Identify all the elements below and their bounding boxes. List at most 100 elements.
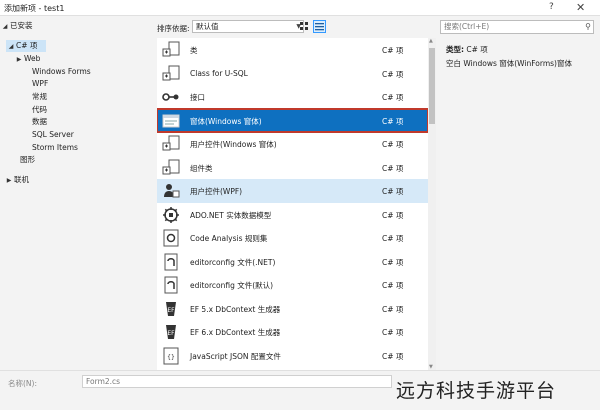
class-icon [161,40,181,60]
help-button[interactable]: ? [549,2,554,12]
sort-bar: 排序依据: 默认值 ▼ [152,16,428,38]
json-config-icon: {} [161,346,181,366]
sort-label: 排序依据: [157,24,190,33]
template-language: C# 项 [382,210,404,220]
template-name: editorconfig 文件(.NET) [190,257,276,267]
template-language: C# 项 [382,328,404,337]
template-row[interactable]: editorconfig 文件(.NET) C# 项 [157,250,428,274]
template-name: editorconfig 文件(默认) [190,281,274,290]
tree-online[interactable]: ▶ 联机 [4,174,29,186]
tree-item-web[interactable]: ▶ Web [14,53,41,65]
tree-item-csharp[interactable]: ◢ C# 项 [6,40,46,52]
template-language: C# 项 [382,140,404,149]
template-list: 类 C# 项 Class for U-SQL C# 项接口 C# 项窗体(Windows… [157,38,428,370]
template-row[interactable]: 类 C# 项 [157,38,428,62]
template-name: Class for U-SQL [190,68,248,78]
tree-item-sql-server[interactable]: SQL Server [32,129,74,141]
template-language: C# 项 [382,116,404,126]
template-row[interactable]: Class for U-SQL C# 项 [157,62,428,86]
tree-item-wpf[interactable]: WPF [32,78,48,90]
ef-icon: EF [161,322,181,342]
template-row[interactable]: 接口 C# 项 [157,85,428,109]
template-name: JavaScript JSON 配置文件 [190,351,281,361]
template-name: 接口 [190,93,205,102]
tree-item-code[interactable]: 代码 [32,104,47,116]
template-row[interactable]: editorconfig 文件(默认) C# 项 [157,273,428,297]
sort-dropdown[interactable]: 默认值 ▼ [192,20,304,33]
grid-view-button[interactable] [298,20,311,33]
tree-item-storm-items[interactable]: Storm Items [32,142,78,154]
tree-item-graphics[interactable]: 图形 [20,154,35,166]
template-row[interactable]: EF EF 5.x DbContext 生成器 C# 项 [157,297,428,321]
template-language: C# 项 [382,46,404,55]
grid-view-icon [300,22,308,30]
svg-text:{}: {} [167,354,175,361]
template-language: C# 项 [382,163,404,173]
template-language: C# 项 [382,93,404,102]
search-icon: ⚲ [585,22,591,31]
editorconfig-icon [161,275,181,295]
list-view-icon [315,23,324,31]
expanded-arrow-icon: ◢ [2,23,8,30]
watermark-text: 远方科技手游平台 [396,380,557,402]
item-description: 空白 Windows 窗体(WinForms)窗体 [446,59,572,68]
scrollbar-thumb[interactable] [429,48,435,124]
template-row[interactable]: {} JavaScript JSON 配置文件 C# 项 [157,344,428,368]
scroll-up-icon[interactable]: ▲ [429,38,433,44]
template-language: C# 项 [382,234,404,243]
title-bar: 添加新项 - test1 ? ✕ [0,0,600,16]
tree-item-data[interactable]: 数据 [32,116,47,128]
wpf-user-control-icon [161,181,181,201]
ef-icon: EF [161,299,181,319]
template-language: C# 项 [382,257,404,267]
template-language: C# 项 [382,187,404,196]
tree-item-general[interactable]: 常规 [32,91,47,103]
svg-text:EF: EF [167,330,175,337]
close-button[interactable]: ✕ [576,1,585,14]
template-row[interactable]: 组件类 C# 项 [157,156,428,180]
template-name: 用户控件(Windows 窗体) [190,140,277,149]
template-row[interactable]: ADO.NET 实体数据模型 C# 项 [157,203,428,227]
template-row[interactable]: EF EF 6.x DbContext 生成器 C# 项 [157,320,428,344]
search-input[interactable]: 搜索(Ctrl+E) ⚲ [440,20,594,34]
component-icon [161,158,181,178]
tree-installed[interactable]: ◢ 已安装 [0,20,33,32]
template-row[interactable]: 用户控件(WPF) C# 项 [157,179,428,203]
list-scrollbar[interactable]: ▲ ▼ [428,38,436,370]
name-field[interactable]: Form2.cs [82,375,392,388]
ruleset-icon [161,228,181,248]
template-row[interactable]: 用户控件(Windows 窗体) C# 项 [157,132,428,156]
collapsed-arrow-icon: ▶ [6,177,12,184]
template-tree: ◢ 已安装 ◢ C# 项 ▶ Web Windows Forms WPF 常规 代码 … [0,16,152,370]
template-language: C# 项 [382,69,404,79]
editorconfig-icon [161,252,181,272]
list-view-button[interactable] [313,20,326,33]
usql-class-icon [161,64,181,84]
item-type: 类型: C# 项 [446,45,488,54]
interface-icon [161,87,181,107]
template-name: 类 [190,46,198,55]
template-list-panel: 排序依据: 默认值 ▼ 类 C# 项 Class for U-SQL C# 项接口 C#… [152,16,428,370]
template-name: Code Analysis 规则集 [190,234,268,243]
template-row[interactable]: Code Analysis 规则集 C# 项 [157,226,428,250]
svg-text:EF: EF [167,307,175,314]
template-name: EF 6.x DbContext 生成器 [190,328,281,337]
tree-item-windows-forms[interactable]: Windows Forms [32,66,91,78]
expanded-arrow-icon: ◢ [8,43,14,50]
user-control-icon [161,134,181,154]
template-row[interactable]: 窗体(Windows 窗体) C# 项 [157,107,428,133]
template-name: ADO.NET 实体数据模型 [190,210,272,220]
details-panel: 搜索(Ctrl+E) ⚲ 类型: C# 项 空白 Windows 窗体(WinF… [436,16,600,370]
entity-model-icon [161,205,181,225]
template-language: C# 项 [382,281,404,290]
template-name: 用户控件(WPF) [190,187,243,196]
template-language: C# 项 [382,351,404,361]
template-name: 组件类 [190,163,213,173]
form-icon [161,111,181,131]
template-name: 窗体(Windows 窗体) [190,116,262,126]
template-language: C# 项 [382,304,404,314]
name-label: 名称(N): [8,379,37,388]
collapsed-arrow-icon: ▶ [16,56,22,63]
window-title: 添加新项 - test1 [4,4,65,13]
template-name: EF 5.x DbContext 生成器 [190,304,281,314]
